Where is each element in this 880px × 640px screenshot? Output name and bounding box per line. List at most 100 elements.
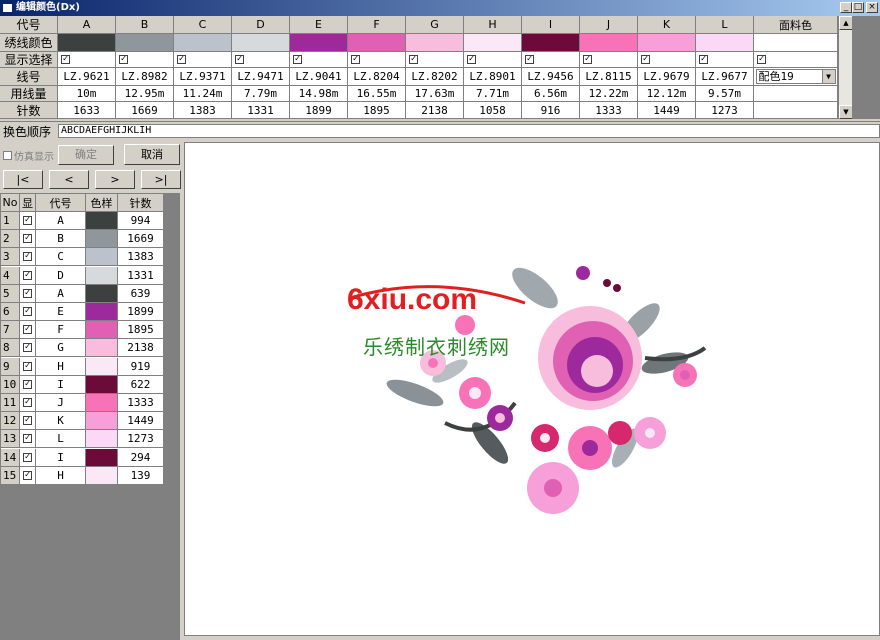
- display-checkbox[interactable]: ✓: [467, 55, 476, 64]
- list-item[interactable]: 10 ✓ I 622: [1, 375, 163, 394]
- list-item[interactable]: 5 ✓ A 639: [1, 284, 163, 303]
- display-select-cell[interactable]: ✓: [116, 52, 174, 68]
- display-checkbox[interactable]: ✓: [525, 55, 534, 64]
- show-checkbox[interactable]: ✓: [23, 234, 32, 244]
- fabric-display-checkbox[interactable]: ✓: [757, 55, 766, 64]
- list-item[interactable]: 13 ✓ L 1273: [1, 430, 163, 449]
- nav-last-button[interactable]: >|: [141, 170, 181, 189]
- show-checkbox[interactable]: ✓: [23, 252, 32, 262]
- display-select-cell[interactable]: ✓: [58, 52, 116, 68]
- list-item[interactable]: 15 ✓ H 139: [1, 466, 163, 484]
- display-checkbox[interactable]: ✓: [409, 55, 418, 64]
- display-checkbox[interactable]: ✓: [641, 55, 650, 64]
- display-checkbox[interactable]: ✓: [293, 55, 302, 64]
- display-select-cell[interactable]: ✓: [464, 52, 522, 68]
- color-swatch[interactable]: [86, 394, 118, 412]
- show-checkbox[interactable]: ✓: [23, 288, 32, 298]
- list-item[interactable]: 6 ✓ E 1899: [1, 303, 163, 321]
- show-checkbox[interactable]: ✓: [23, 398, 32, 407]
- simulate-display-checkbox[interactable]: 仿真显示: [3, 148, 54, 163]
- display-select-cell[interactable]: ✓: [580, 52, 638, 68]
- color-swatch[interactable]: [86, 430, 118, 449]
- color-swatch[interactable]: [86, 357, 118, 376]
- color-swatch[interactable]: [86, 266, 118, 285]
- display-select-cell[interactable]: ✓: [174, 52, 232, 68]
- nav-first-button[interactable]: |<: [3, 170, 43, 189]
- scroll-up-icon[interactable]: ▲: [839, 16, 853, 30]
- display-select-cell[interactable]: ✓: [290, 52, 348, 68]
- minimize-button[interactable]: _: [840, 2, 852, 13]
- color-swatch[interactable]: [86, 230, 118, 249]
- list-item[interactable]: 14 ✓ I 294: [1, 448, 163, 467]
- color-swatch[interactable]: [86, 321, 118, 340]
- scroll-down-icon[interactable]: ▼: [839, 105, 853, 119]
- list-item[interactable]: 8 ✓ G 2138: [1, 339, 163, 358]
- thread-number[interactable]: LZ.8982: [116, 68, 174, 86]
- thread-number[interactable]: LZ.9041: [290, 68, 348, 86]
- thread-number[interactable]: LZ.9371: [174, 68, 232, 86]
- thread-color-swatch[interactable]: [464, 34, 522, 52]
- thread-color-swatch[interactable]: [522, 34, 580, 52]
- simulate-checkbox-box[interactable]: [3, 151, 12, 160]
- maximize-button[interactable]: □: [852, 2, 864, 13]
- color-swatch[interactable]: [86, 248, 118, 267]
- show-checkbox[interactable]: ✓: [23, 216, 32, 225]
- show-checkbox[interactable]: ✓: [23, 470, 32, 480]
- color-swatch[interactable]: [86, 412, 118, 431]
- thread-number[interactable]: LZ.8901: [464, 68, 522, 86]
- thread-color-swatch[interactable]: [638, 34, 696, 52]
- color-swatch[interactable]: [86, 339, 118, 358]
- display-select-cell[interactable]: ✓: [696, 52, 754, 68]
- thread-number[interactable]: LZ.8202: [406, 68, 464, 86]
- list-item[interactable]: 4 ✓ D 1331: [1, 266, 163, 285]
- list-item[interactable]: 7 ✓ F 1895: [1, 321, 163, 340]
- thread-color-swatch[interactable]: [232, 34, 290, 52]
- thread-number[interactable]: LZ.9679: [638, 68, 696, 86]
- chevron-down-icon[interactable]: ▼: [821, 70, 835, 83]
- fabric-color-select[interactable]: 配色19 ▼: [755, 69, 836, 84]
- show-checkbox[interactable]: ✓: [23, 361, 32, 371]
- list-item[interactable]: 11 ✓ J 1333: [1, 394, 163, 412]
- list-item[interactable]: 12 ✓ K 1449: [1, 412, 163, 431]
- display-checkbox[interactable]: ✓: [351, 55, 360, 64]
- display-select-cell[interactable]: ✓: [232, 52, 290, 68]
- thread-number[interactable]: LZ.8115: [580, 68, 638, 86]
- splitter[interactable]: [0, 119, 880, 122]
- confirm-button[interactable]: 确定: [58, 145, 114, 165]
- color-swatch[interactable]: [86, 284, 118, 303]
- show-checkbox[interactable]: ✓: [23, 452, 32, 462]
- list-item[interactable]: 2 ✓ B 1669: [1, 230, 163, 249]
- show-checkbox[interactable]: ✓: [23, 434, 32, 444]
- show-checkbox[interactable]: ✓: [23, 379, 32, 389]
- color-swatch[interactable]: [86, 375, 118, 394]
- display-checkbox[interactable]: ✓: [235, 55, 244, 64]
- list-item[interactable]: 1 ✓ A 994: [1, 212, 163, 230]
- display-checkbox[interactable]: ✓: [699, 55, 708, 64]
- display-select-cell[interactable]: ✓: [522, 52, 580, 68]
- thread-number[interactable]: LZ.9471: [232, 68, 290, 86]
- close-button[interactable]: ×: [866, 2, 878, 13]
- nav-prev-button[interactable]: <: [49, 170, 89, 189]
- color-swatch[interactable]: [86, 212, 118, 230]
- show-checkbox[interactable]: ✓: [23, 325, 32, 335]
- thread-color-swatch[interactable]: [290, 34, 348, 52]
- thread-color-swatch[interactable]: [580, 34, 638, 52]
- color-swatch[interactable]: [86, 466, 118, 484]
- display-checkbox[interactable]: ✓: [177, 55, 186, 64]
- thread-number[interactable]: LZ.9456: [522, 68, 580, 86]
- display-select-cell[interactable]: ✓: [348, 52, 406, 68]
- thread-color-swatch[interactable]: [348, 34, 406, 52]
- display-select-cell[interactable]: ✓: [406, 52, 464, 68]
- thread-number[interactable]: LZ.9677: [696, 68, 754, 86]
- display-checkbox[interactable]: ✓: [61, 55, 70, 64]
- thread-number[interactable]: LZ.8204: [348, 68, 406, 86]
- show-checkbox[interactable]: ✓: [23, 343, 32, 353]
- color-swatch[interactable]: [86, 303, 118, 321]
- list-item[interactable]: 9 ✓ H 919: [1, 357, 163, 376]
- thread-color-swatch[interactable]: [58, 34, 116, 52]
- list-item[interactable]: 3 ✓ C 1383: [1, 248, 163, 267]
- sequence-field[interactable]: ABCDAEFGHIJKLIH: [58, 124, 880, 138]
- grid-scrollbar[interactable]: ▲ ▼: [838, 16, 853, 119]
- show-checkbox[interactable]: ✓: [23, 307, 32, 316]
- thread-color-swatch[interactable]: [696, 34, 754, 52]
